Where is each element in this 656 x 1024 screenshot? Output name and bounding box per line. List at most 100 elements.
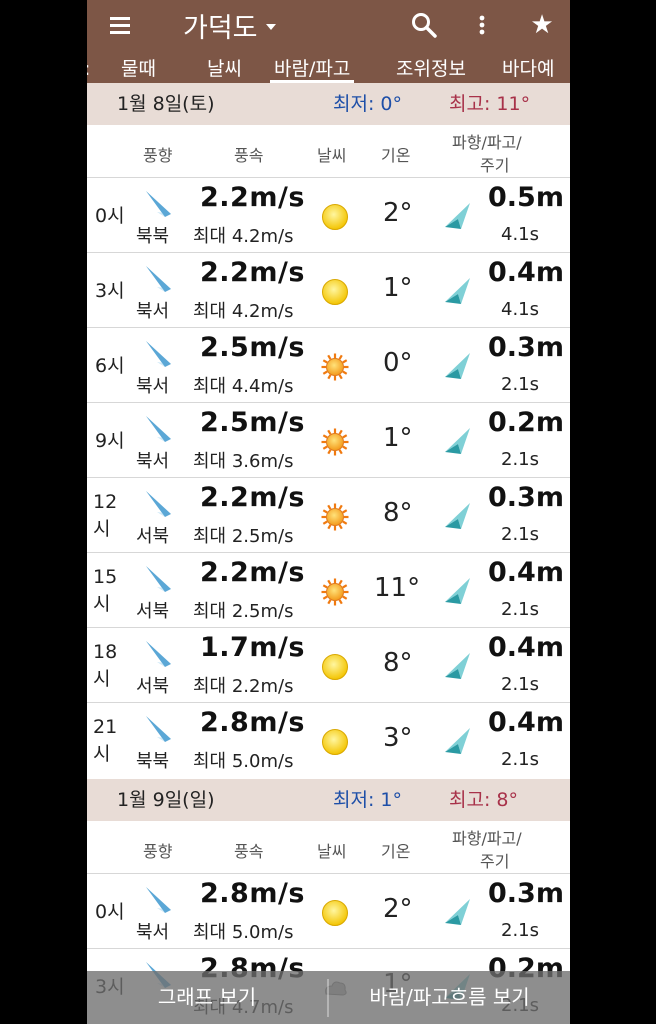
tab-partial[interactable]: : [87,50,90,83]
sun-rays-icon [321,578,349,606]
wind-speed: 2.8m/s [200,707,305,738]
wind-direction-icon [146,566,171,592]
wave-direction-icon [445,653,470,679]
wave-direction-icon [445,899,470,925]
wind-direction-label: 북서 [136,376,170,397]
location-selector[interactable]: 가덕도 [183,0,276,50]
wind-gust: 최대 3.6m/s [193,451,294,472]
tab-tide-info[interactable]: 조위정보 [396,50,466,83]
column-header: 풍향 풍속 날씨 기온 파향/파고/주기 [87,821,570,873]
col-dir: 풍향 [143,842,173,861]
wave-height: 0.5m [488,182,564,213]
forecast-row[interactable]: 9시 북서 2.5m/s 최대 3.6m/s 1° 0.2m 2.1s [87,402,570,477]
wind-speed: 1.7m/s [200,632,305,663]
sun-icon [322,654,348,680]
wind-gust: 최대 2.5m/s [193,526,294,547]
bottom-action-bar: 그래프 보기 바람/파고흐름 보기 [87,971,570,1024]
wind-gust: 최대 2.5m/s [193,601,294,622]
temperature: 2° [383,198,413,228]
tab-wind-wave[interactable]: 바람/파고 [270,50,355,83]
wave-period: 2.1s [501,749,540,770]
temperature: 8° [383,648,413,678]
view-flow-button[interactable]: 바람/파고흐름 보기 [329,971,570,1024]
col-weather: 날씨 [317,842,347,861]
col-temp: 기온 [381,842,411,861]
wave-height: 0.4m [488,707,564,738]
time-label-unit: 시 [93,743,111,765]
wind-gust: 최대 5.0m/s [193,922,294,943]
time-label: 12 [93,491,118,513]
hamburger-icon[interactable] [105,0,135,50]
wave-direction-icon [445,503,470,529]
location-title: 가덕도 [183,12,258,44]
temperature: 0° [383,348,413,378]
forecast-row[interactable]: 0시 북서 2.8m/s 최대 5.0m/s 2° 0.3m 2.1s [87,873,570,948]
wind-gust: 최대 4.2m/s [193,301,294,322]
sun-icon [322,204,348,230]
more-vert-icon[interactable] [472,0,492,50]
wind-direction-label: 북서 [136,451,170,472]
wave-direction-icon [445,428,470,454]
day-date: 1월 9일(일) [117,789,215,811]
wind-direction-icon [146,341,171,367]
wave-period: 2.1s [501,674,540,695]
app-screen: 가덕도 ★ : 물때 날씨 바람/파고 조위정보 바다예 1월 8일(토) 최저:… [87,0,570,1024]
temperature: 11° [374,573,421,603]
forecast-row[interactable]: 6시 북서 2.5m/s 최대 4.4m/s 0° 0.3m 2.1s [87,327,570,402]
forecast-row[interactable]: 12 시 서북 2.2m/s 최대 2.5m/s 8° 0.3m 2.1s [87,477,570,552]
col-wave: 파향/파고/ [452,133,522,152]
wind-direction-label: 북북 [136,226,170,247]
wind-direction-label: 북서 [136,301,170,322]
day-high-temp: 최고: 8° [449,789,518,811]
forecast-row[interactable]: 21 시 북북 2.8m/s 최대 5.0m/s 3° 0.4m 2.1s [87,702,570,777]
col-weather: 날씨 [317,146,347,165]
temperature: 1° [383,423,413,453]
wind-direction-icon [146,416,171,442]
forecast-row[interactable]: 0시 북북 2.2m/s 최대 4.2m/s 2° 0.5m 4.1s [87,177,570,252]
tab-weather[interactable]: 날씨 [207,50,242,83]
wave-period: 2.1s [501,524,540,545]
day-header: 1월 9일(일) 최저: 1° 최고: 8° [87,779,570,821]
temperature: 2° [383,894,413,924]
forecast-row[interactable]: 3시 북서 2.2m/s 최대 4.2m/s 1° 0.4m 4.1s [87,252,570,327]
time-label: 18 [93,641,118,663]
wind-gust: 최대 2.2m/s [193,676,294,697]
wind-speed: 2.5m/s [200,332,305,363]
col-wave: 파향/파고/ [452,829,522,848]
wave-direction-icon [445,203,470,229]
sun-rays-icon [321,353,349,381]
forecast-row[interactable]: 15 시 서북 2.2m/s 최대 2.5m/s 11° 0.4m 2.1s [87,552,570,627]
wind-direction-label: 서북 [136,601,170,622]
wind-gust: 최대 4.4m/s [193,376,294,397]
forecast-row[interactable]: 18 시 서북 1.7m/s 최대 2.2m/s 8° 0.4m 2.1s [87,627,570,702]
sun-icon [322,279,348,305]
wave-period: 4.1s [501,224,540,245]
wind-direction-icon [146,491,171,517]
temperature: 8° [383,498,413,528]
wave-height: 0.4m [488,632,564,663]
wave-period: 4.1s [501,299,540,320]
time-label-unit: 시 [93,593,111,615]
tab-sea[interactable]: 바다예 [502,50,554,83]
col-period: 주기 [480,156,510,175]
wind-direction-label: 서북 [136,676,170,697]
wave-height: 0.3m [488,482,564,513]
time-label: 0시 [95,901,125,923]
search-icon[interactable] [409,0,439,50]
tab-tides[interactable]: 물때 [121,50,156,83]
wind-speed: 2.2m/s [200,557,305,588]
time-label: 21 [93,716,118,738]
wave-period: 2.1s [501,449,540,470]
star-icon[interactable]: ★ [527,0,557,50]
wave-period: 2.1s [501,920,540,941]
view-graph-button[interactable]: 그래프 보기 [87,971,327,1024]
wind-direction-icon [146,716,171,742]
tab-bar: : 물때 날씨 바람/파고 조위정보 바다예 [87,50,570,83]
wind-direction-label: 서북 [136,526,170,547]
wind-gust: 최대 5.0m/s [193,751,294,772]
day-date: 1월 8일(토) [117,93,215,115]
sun-rays-icon [321,428,349,456]
sun-rays-icon [321,503,349,531]
col-speed: 풍속 [234,146,264,165]
wind-speed: 2.2m/s [200,182,305,213]
